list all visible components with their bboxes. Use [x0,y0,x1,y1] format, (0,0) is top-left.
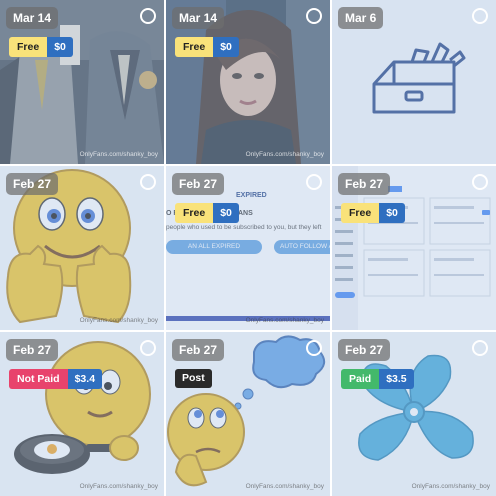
select-circle-icon[interactable] [472,340,488,356]
price-value: $0 [213,37,239,57]
auto-follow-button: AUTO FOLLOW A [274,240,330,254]
price-badge: Free $0 [341,203,405,223]
watermark: OnlyFans.com/shanky_boy [411,483,490,490]
date-badge: Feb 27 [338,339,391,361]
date-badge: Feb 27 [6,339,59,361]
media-grid: Mar 14 Free $0 OnlyFans.com/shanky_boy M… [0,0,496,496]
screen-body: people who used to be subscribed to you,… [166,224,322,231]
select-circle-icon[interactable] [140,174,156,190]
media-tile[interactable]: Feb 27 Not Paid $3.4 OnlyFans.com/shanky… [0,332,164,496]
media-tile[interactable]: Mar 14 Free $0 OnlyFans.com/shanky_boy [166,0,330,164]
date-badge: Feb 27 [338,173,391,195]
watermark: OnlyFans.com/shanky_boy [245,317,324,324]
price-badge: Free $0 [9,37,73,57]
price-value: $3.4 [67,369,103,389]
paid-label: Paid [341,369,380,389]
select-circle-icon[interactable] [140,8,156,24]
media-tile[interactable]: EXPIRED O RENEW EXPIRED FANS people who … [166,166,330,330]
media-tile[interactable]: Mar 6 [332,0,496,164]
select-circle-icon[interactable] [306,174,322,190]
watermark: OnlyFans.com/shanky_boy [79,483,158,490]
price-value: $0 [379,203,405,223]
price-value: $0 [47,37,73,57]
media-tile[interactable]: Feb 27 Paid $3.5 OnlyFans.com/shanky_boy [332,332,496,496]
price-value: $3.5 [379,369,414,389]
media-tile[interactable]: Feb 27 Post OnlyFans.com/shanky_boy [166,332,330,496]
watermark: OnlyFans.com/shanky_boy [79,151,158,158]
media-tile[interactable]: Feb 27 OnlyFans.com/shanky_boy [0,166,164,330]
date-badge: Mar 6 [338,7,384,29]
post-badge: Post [175,369,212,388]
select-circle-icon[interactable] [472,8,488,24]
select-circle-icon[interactable] [306,8,322,24]
select-circle-icon[interactable] [140,340,156,356]
select-circle-icon[interactable] [472,174,488,190]
watermark: OnlyFans.com/shanky_boy [79,317,158,324]
media-tile[interactable]: Feb 27 Free $0 [332,166,496,330]
watermark: OnlyFans.com/shanky_boy [245,151,324,158]
date-badge: Mar 14 [172,7,225,29]
scan-expired-button: AN ALL EXPIRED [166,240,262,254]
watermark: OnlyFans.com/shanky_boy [245,483,324,490]
not-paid-label: Not Paid [9,369,68,389]
media-tile[interactable]: Mar 14 Free $0 OnlyFans.com/shanky_boy [0,0,164,164]
price-badge: Free $0 [175,203,239,223]
free-label: Free [175,203,214,223]
free-label: Free [175,37,214,57]
date-badge: Feb 27 [6,173,59,195]
price-value: $0 [213,203,239,223]
price-badge: Free $0 [175,37,239,57]
date-badge: Feb 27 [172,339,225,361]
price-badge: Paid $3.5 [341,369,414,389]
free-label: Free [341,203,380,223]
free-label: Free [9,37,48,57]
expired-label: EXPIRED [236,192,267,199]
date-badge: Mar 14 [6,7,59,29]
select-circle-icon[interactable] [306,340,322,356]
price-badge: Not Paid $3.4 [9,369,103,389]
date-badge: Feb 27 [172,173,225,195]
